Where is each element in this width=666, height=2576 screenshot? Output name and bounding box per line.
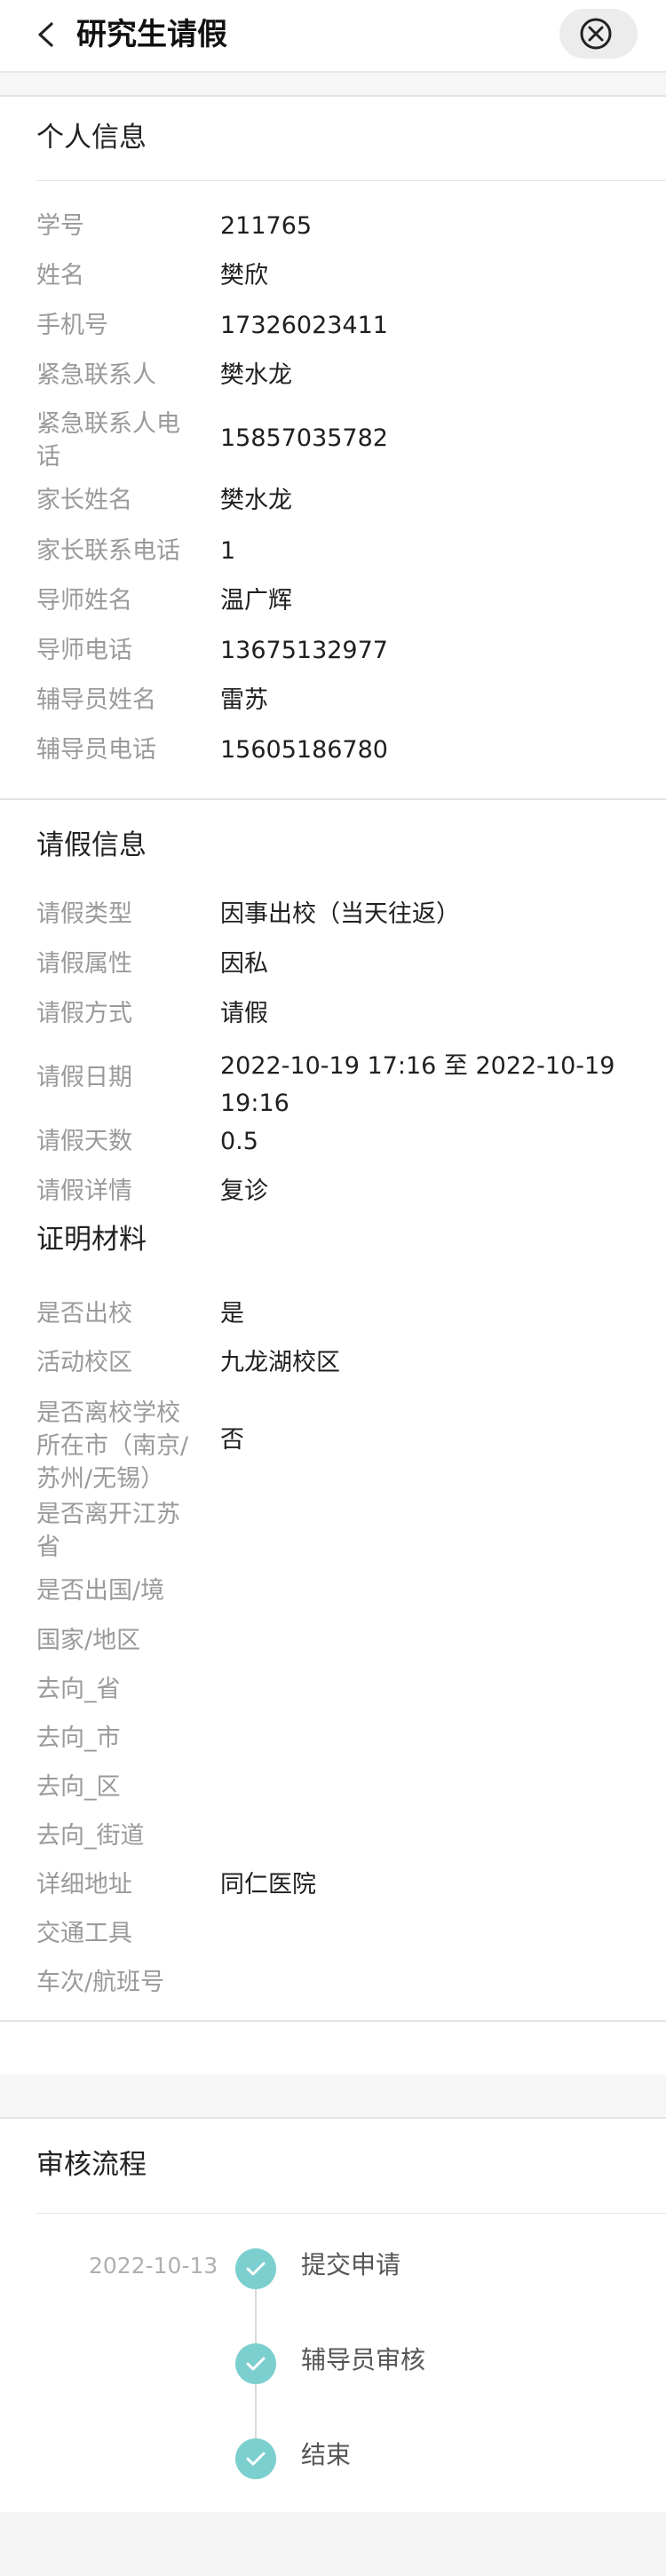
step-counselor-review-label: 辅导员审核: [301, 2345, 426, 2374]
leave-campus-value: 是: [220, 1300, 244, 1328]
parent-phone-label: 家长联系电话: [36, 537, 180, 565]
student-id-value: 211765: [220, 212, 313, 240]
country-label: 国家/地区: [36, 1627, 141, 1654]
name-value: 樊欣: [220, 262, 268, 289]
destination-province-label: 去向_省: [36, 1676, 121, 1703]
divider: [0, 2117, 666, 2119]
leave-campus-label: 是否出校: [36, 1300, 132, 1328]
emergency-phone-value: 15857035782: [220, 424, 388, 452]
step-end-label: 结束: [301, 2440, 352, 2469]
counselor-name-label: 辅导员姓名: [36, 686, 156, 714]
counselor-phone-label: 辅导员电话: [36, 736, 156, 764]
destination-street-label: 去向_街道: [36, 1822, 145, 1850]
check-icon: [235, 2248, 276, 2289]
parent-phone-value: 1: [220, 537, 236, 565]
advisor-phone-label: 导师电话: [36, 637, 132, 664]
address-label: 详细地址: [36, 1871, 132, 1898]
transport-label: 交通工具: [36, 1920, 132, 1947]
train-flight-label: 车次/航班号: [36, 1969, 165, 1996]
divider: [36, 180, 666, 181]
advisor-name-value: 温广辉: [220, 587, 292, 614]
leave-info-title: 请假信息: [36, 829, 147, 861]
phone-value: 17326023411: [220, 312, 388, 339]
counselor-phone-value: 15605186780: [220, 736, 388, 764]
divider: [0, 95, 666, 97]
leave-detail-value: 复诊: [220, 1177, 268, 1205]
campus-value: 九龙湖校区: [220, 1349, 340, 1376]
leave-type-label: 请假类型: [36, 900, 132, 928]
emergency-contact-value: 樊水龙: [220, 361, 292, 389]
emergency-phone-label: 紧急联系人电话: [36, 410, 180, 471]
address-value: 同仁医院: [220, 1871, 316, 1898]
step-submit-label: 提交申请: [301, 2250, 401, 2279]
parent-name-label: 家长姓名: [36, 487, 132, 514]
app-header: 研究生请假: [0, 0, 666, 73]
leave-type-value: 因事出校（当天往返）: [220, 900, 460, 928]
section-gap: [0, 73, 666, 96]
phone-label: 手机号: [36, 312, 108, 339]
leave-days-label: 请假天数: [36, 1128, 132, 1155]
divider: [0, 2020, 666, 2022]
leave-attribute-value: 因私: [220, 950, 268, 978]
name-label: 姓名: [36, 262, 84, 289]
leave-province-label: 是否离开江苏省: [36, 1501, 180, 1561]
abroad-label: 是否出国/境: [36, 1577, 165, 1605]
bottom-band: [0, 2512, 666, 2576]
check-icon: [235, 2343, 276, 2384]
destination-district-label: 去向_区: [36, 1773, 121, 1801]
destination-city-label: 去向_市: [36, 1724, 121, 1752]
close-icon[interactable]: [578, 16, 614, 52]
divider: [36, 2213, 666, 2214]
counselor-name-value: 雷苏: [220, 686, 268, 714]
leave-detail-label: 请假详情: [36, 1177, 132, 1205]
campus-label: 活动校区: [36, 1349, 132, 1376]
check-icon: [235, 2438, 276, 2479]
leave-method-label: 请假方式: [36, 1000, 132, 1027]
leave-city-label: 是否离校学校所在市（南京/苏州/无锡）: [36, 1399, 189, 1493]
advisor-name-label: 导师姓名: [36, 587, 132, 614]
section-gap: [0, 2074, 666, 2119]
student-id-label: 学号: [36, 212, 84, 240]
leave-method-value: 请假: [220, 1000, 268, 1027]
divider: [0, 798, 666, 800]
emergency-contact-label: 紧急联系人: [36, 361, 156, 389]
leave-date-value: 2022-10-19 17:16 至 2022-10-19 19:16: [220, 1052, 615, 1117]
parent-name-value: 樊水龙: [220, 487, 292, 514]
leave-attribute-label: 请假属性: [36, 950, 132, 978]
step-date: 2022-10-13: [89, 2253, 218, 2279]
advisor-phone-value: 13675132977: [220, 637, 388, 664]
leave-date-label: 请假日期: [36, 1064, 132, 1091]
proof-materials-title: 证明材料: [36, 1224, 147, 1256]
leave-days-value: 0.5: [220, 1128, 258, 1155]
page-title: 研究生请假: [76, 17, 227, 52]
personal-info-title: 个人信息: [36, 122, 147, 154]
approval-process-title: 审核流程: [36, 2149, 147, 2181]
back-icon[interactable]: [34, 21, 60, 48]
leave-city-value: 否: [220, 1426, 244, 1454]
